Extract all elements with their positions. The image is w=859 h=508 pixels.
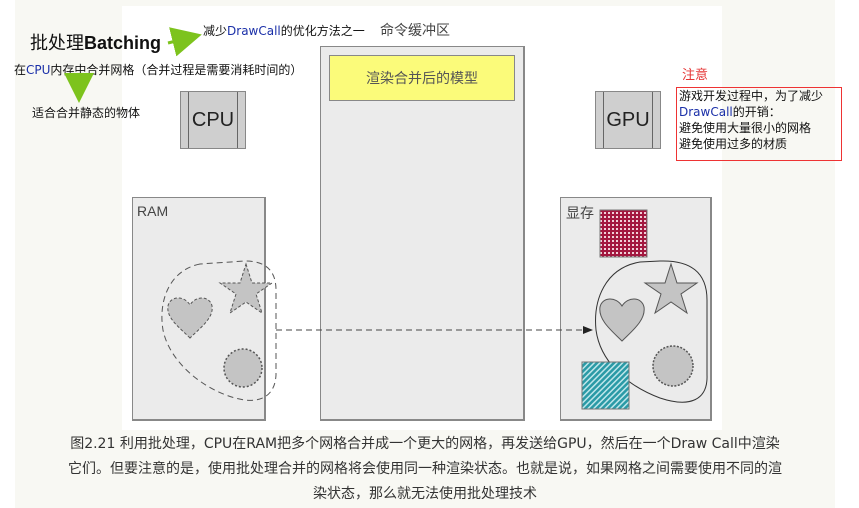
striped-texture-icon — [581, 361, 630, 410]
ram-gear-icon — [223, 348, 263, 388]
caption-line-2: 它们。但要注意的是，使用批处理合并的网格将会使用同一种渲染状态。也就是说，如果网… — [68, 461, 782, 477]
checker-texture-icon — [599, 209, 648, 258]
caption-line-1: 图2.21 利用批处理，CPU在RAM把多个网格合并成一个更大的网格，再发送给G… — [70, 436, 780, 452]
green-arrow-right — [167, 27, 202, 57]
vram-heart-icon — [599, 298, 645, 342]
ram-star-icon — [218, 262, 274, 315]
figure-caption: 图2.21 利用批处理，CPU在RAM把多个网格合并成一个更大的网格，再发送给G… — [15, 432, 835, 507]
caption-line-3: 染状态，那么就无法使用批处理技术 — [313, 486, 537, 502]
ram-batch-outline — [161, 260, 277, 401]
ram-heart-icon — [167, 297, 213, 339]
vram-gear-icon — [652, 345, 694, 387]
vram-star-icon — [643, 262, 699, 315]
